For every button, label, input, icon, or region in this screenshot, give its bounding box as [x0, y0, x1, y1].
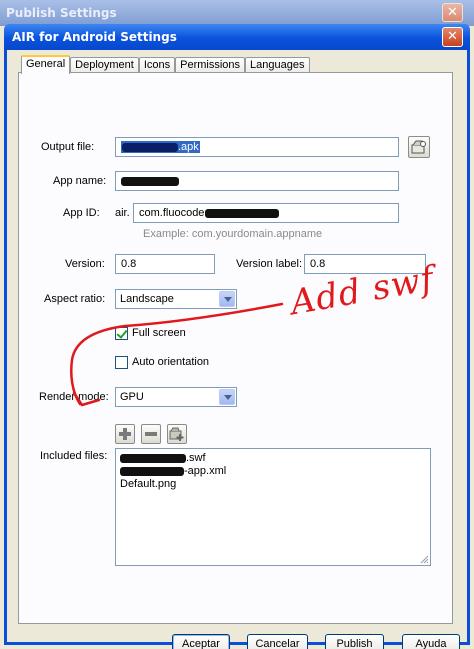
add-file-button[interactable] [115, 424, 135, 444]
app-id-example: Example: com.yourdomain.appname [143, 228, 323, 240]
version-label: Version: [65, 258, 105, 270]
auto-orientation-checkbox[interactable] [115, 356, 128, 369]
output-file-selection: .apk [121, 141, 200, 153]
tab-permissions[interactable]: Permissions [175, 57, 246, 73]
tab-languages[interactable]: Languages [245, 57, 310, 73]
output-file-field[interactable]: .apk [115, 137, 399, 157]
dialog-titlebar: AIR for Android Settings ✕ [4, 24, 470, 50]
browse-folder-button[interactable] [408, 136, 430, 158]
aspect-ratio-label: Aspect ratio: [44, 293, 106, 305]
resize-grip-icon[interactable] [420, 555, 429, 564]
version-label-field[interactable]: 0.8 [304, 254, 426, 274]
included-files-label: Included files: [40, 450, 108, 462]
publish-settings-titlebar: Publish Settings ✕ [0, 0, 474, 26]
remove-file-button[interactable] [141, 424, 161, 444]
dialog-client-area: General Deployment Icons Permissions Lan… [7, 50, 467, 649]
version-label-label: Version label: [236, 258, 303, 270]
tab-strip: General Deployment Icons Permissions Lan… [21, 55, 310, 74]
list-item-text: -app.xml [184, 465, 227, 477]
cancel-button[interactable]: Cancelar [247, 634, 308, 649]
remove-file-icon [145, 432, 157, 436]
render-mode-select[interactable]: GPU [115, 387, 237, 407]
chevron-down-icon[interactable] [219, 291, 235, 307]
app-name-field[interactable] [115, 171, 399, 191]
app-name-redaction [121, 176, 179, 186]
general-tab-panel: Output file: .apk App name: App ID: air. [18, 72, 453, 624]
publish-button[interactable]: Publish [325, 634, 384, 649]
tab-deployment[interactable]: Deployment [70, 57, 139, 73]
publish-settings-close-button[interactable]: ✕ [442, 3, 463, 22]
add-file-icon [119, 428, 131, 440]
included-files-list[interactable]: .swf -app.xml Default.png [115, 448, 431, 566]
chevron-down-icon[interactable] [219, 389, 235, 405]
output-file-label: Output file: [41, 141, 95, 153]
publish-settings-title: Publish Settings [6, 6, 117, 20]
full-screen-label: Full screen [132, 327, 186, 339]
tab-icons[interactable]: Icons [138, 57, 176, 73]
list-item[interactable]: Default.png [120, 478, 176, 491]
render-mode-label: Render mode: [39, 391, 109, 403]
app-id-field[interactable]: com.fluocode [133, 203, 399, 223]
app-id-label: App ID: [63, 207, 100, 219]
auto-orientation-label: Auto orientation [132, 356, 210, 368]
help-button[interactable]: Ayuda [402, 634, 460, 649]
app-id-prefix: air. [115, 207, 130, 219]
dialog-close-button[interactable]: ✕ [442, 27, 463, 47]
full-screen-checkbox[interactable] [115, 327, 128, 340]
list-item[interactable]: .swf [120, 452, 206, 465]
dialog-title: AIR for Android Settings [12, 30, 177, 44]
aspect-ratio-select[interactable]: Landscape [115, 289, 237, 309]
list-item-redaction [120, 453, 186, 463]
app-id-value: com.fluocode [139, 207, 205, 219]
list-item[interactable]: -app.xml [120, 465, 226, 478]
aspect-ratio-value: Landscape [120, 293, 174, 305]
render-mode-value: GPU [120, 391, 144, 403]
tab-general[interactable]: General [21, 55, 71, 74]
air-android-settings-dialog: AIR for Android Settings ✕ General Deplo… [4, 24, 470, 649]
list-item-redaction [120, 466, 184, 476]
folder-browse-icon [411, 140, 426, 154]
output-file-extension: .apk [178, 141, 199, 153]
list-item-text: Default.png [120, 478, 177, 490]
add-folder-icon [169, 427, 184, 441]
accept-button[interactable]: Aceptar [172, 634, 230, 649]
version-field[interactable]: 0.8 [115, 254, 215, 274]
app-id-redaction [205, 208, 280, 218]
list-item-text: .swf [186, 452, 206, 464]
add-folder-button[interactable] [167, 424, 187, 444]
app-name-label: App name: [53, 175, 107, 187]
